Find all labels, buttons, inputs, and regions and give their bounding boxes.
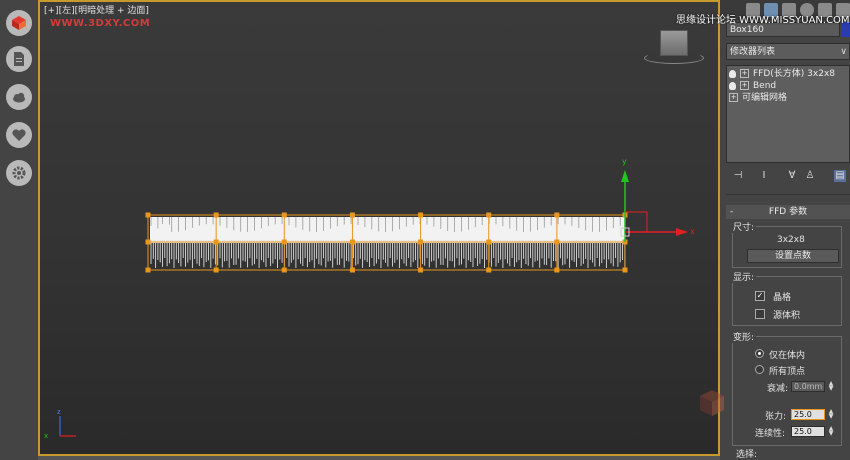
gizmo-y-label: y bbox=[622, 157, 627, 166]
lattice-control-point[interactable] bbox=[486, 267, 492, 273]
source-volume-label: 源体积 bbox=[773, 311, 801, 321]
modifier-stack[interactable]: + FFD(长方体) 3x2x8 + Bend + 可编辑网格 bbox=[726, 65, 850, 163]
show-end-result-icon[interactable]: I bbox=[758, 170, 770, 182]
falloff-spinner[interactable]: 0.0mm bbox=[791, 381, 825, 392]
lattice-control-point[interactable] bbox=[622, 267, 628, 273]
gizmo-x-label: x bbox=[690, 227, 695, 236]
left-toolbar bbox=[0, 0, 38, 460]
source-volume-checkbox[interactable] bbox=[755, 309, 765, 319]
app-logo-icon[interactable] bbox=[6, 10, 32, 36]
lattice-control-point[interactable] bbox=[554, 239, 560, 245]
configure-sets-icon[interactable]: ▤ bbox=[834, 170, 846, 182]
lattice-control-point[interactable] bbox=[486, 239, 492, 245]
lattice-control-point[interactable] bbox=[418, 212, 424, 218]
watermark-logo-icon bbox=[700, 390, 724, 416]
all-vertices-label: 所有顶点 bbox=[769, 367, 806, 377]
select-group-title: 选择: bbox=[736, 450, 758, 460]
stack-item-ffd[interactable]: + FFD(长方体) 3x2x8 bbox=[729, 68, 847, 80]
lightbulb-icon[interactable] bbox=[729, 81, 736, 90]
lattice-control-point[interactable] bbox=[281, 212, 287, 218]
make-unique-icon[interactable]: ∀ bbox=[786, 170, 798, 182]
only-in-volume-radio[interactable] bbox=[755, 349, 764, 358]
gear-icon[interactable] bbox=[6, 160, 32, 186]
stack-item-bend[interactable]: + Bend bbox=[729, 80, 847, 92]
tripod-x-label: x bbox=[44, 432, 48, 440]
scene-canvas[interactable]: y x z x bbox=[40, 2, 720, 456]
only-in-volume-label: 仅在体内 bbox=[769, 351, 806, 361]
lattice-checkbox[interactable]: ✓ bbox=[755, 291, 765, 301]
dims-value: 3x2x8 bbox=[777, 235, 805, 245]
tension-label: 张力: bbox=[765, 412, 787, 422]
spinner-arrows-icon[interactable]: ▲ ▼ bbox=[827, 426, 835, 437]
ffd-params-rollout-header[interactable]: - FFD 参数 bbox=[726, 205, 850, 219]
lattice-control-point[interactable] bbox=[418, 239, 424, 245]
lattice-control-point[interactable] bbox=[486, 212, 492, 218]
continuity-label: 连续性: bbox=[755, 429, 786, 439]
expand-icon[interactable]: + bbox=[740, 81, 749, 90]
timeline-bar[interactable] bbox=[38, 456, 720, 460]
divider bbox=[726, 194, 850, 195]
display-group: 显示: ✓ 晶格 源体积 bbox=[731, 270, 842, 326]
remove-modifier-icon[interactable]: ♙ bbox=[804, 170, 816, 182]
lattice-label: 晶格 bbox=[773, 293, 792, 303]
collapse-icon: - bbox=[730, 207, 734, 217]
document-icon[interactable] bbox=[6, 46, 32, 72]
expand-icon[interactable]: + bbox=[729, 93, 738, 102]
lattice-control-point[interactable] bbox=[145, 239, 151, 245]
falloff-label: 衰减: bbox=[767, 384, 789, 394]
lattice-control-point[interactable] bbox=[145, 212, 151, 218]
stack-toolbar: ⊣ I ∀ ♙ ▤ bbox=[726, 168, 850, 186]
set-points-button[interactable]: 设置点数 bbox=[747, 249, 839, 263]
lattice-control-point[interactable] bbox=[213, 267, 219, 273]
spinner-arrows-icon[interactable]: ▲ ▼ bbox=[827, 381, 835, 392]
modifier-list-dropdown[interactable]: 修改器列表 ∨ bbox=[726, 43, 850, 60]
viewport-left[interactable]: [+][左][明暗处理 + 边面] WWW.3DXY.COM y x z x bbox=[38, 0, 720, 456]
modifier-list-label: 修改器列表 bbox=[730, 47, 776, 57]
lattice-control-point[interactable] bbox=[349, 239, 355, 245]
lattice-control-point[interactable] bbox=[349, 212, 355, 218]
lattice-control-point[interactable] bbox=[349, 267, 355, 273]
axis-tripod bbox=[59, 416, 76, 437]
lattice-control-point[interactable] bbox=[554, 267, 560, 273]
pin-stack-icon[interactable]: ⊣ bbox=[732, 170, 744, 182]
cloud-icon[interactable] bbox=[6, 84, 32, 110]
lattice-control-point[interactable] bbox=[145, 267, 151, 273]
deform-group: 变形: 仅在体内 所有顶点 衰减: 0.0mm ▲ ▼ 张力: 25.0 ▲ ▼ 连… bbox=[731, 330, 842, 446]
all-vertices-radio[interactable] bbox=[755, 365, 764, 374]
tripod-z-label: z bbox=[57, 408, 61, 416]
lattice-control-point[interactable] bbox=[281, 239, 287, 245]
chevron-down-icon: ∨ bbox=[840, 47, 847, 57]
lattice-control-point[interactable] bbox=[281, 267, 287, 273]
stack-item-editable-mesh[interactable]: + 可编辑网格 bbox=[729, 92, 847, 104]
transform-gizmo[interactable] bbox=[620, 170, 688, 242]
command-panel: Box160 修改器列表 ∨ + FFD(长方体) 3x2x8 + Bend + 可编… bbox=[720, 0, 850, 460]
lattice-control-point[interactable] bbox=[213, 239, 219, 245]
tension-spinner[interactable]: 25.0 bbox=[791, 409, 825, 420]
site-watermark: 思缘设计论坛 WWW.MISSYUAN.COM bbox=[676, 15, 850, 26]
lattice-control-point[interactable] bbox=[213, 212, 219, 218]
lattice-control-point[interactable] bbox=[554, 212, 560, 218]
expand-icon[interactable]: + bbox=[740, 69, 749, 78]
spinner-arrows-icon[interactable]: ▲ ▼ bbox=[827, 409, 835, 420]
dims-group: 尺寸: 3x2x8 设置点数 bbox=[731, 220, 842, 268]
heart-icon[interactable] bbox=[6, 122, 32, 148]
lightbulb-icon[interactable] bbox=[729, 69, 736, 78]
continuity-spinner[interactable]: 25.0 bbox=[791, 426, 825, 437]
lattice-control-point[interactable] bbox=[418, 267, 424, 273]
